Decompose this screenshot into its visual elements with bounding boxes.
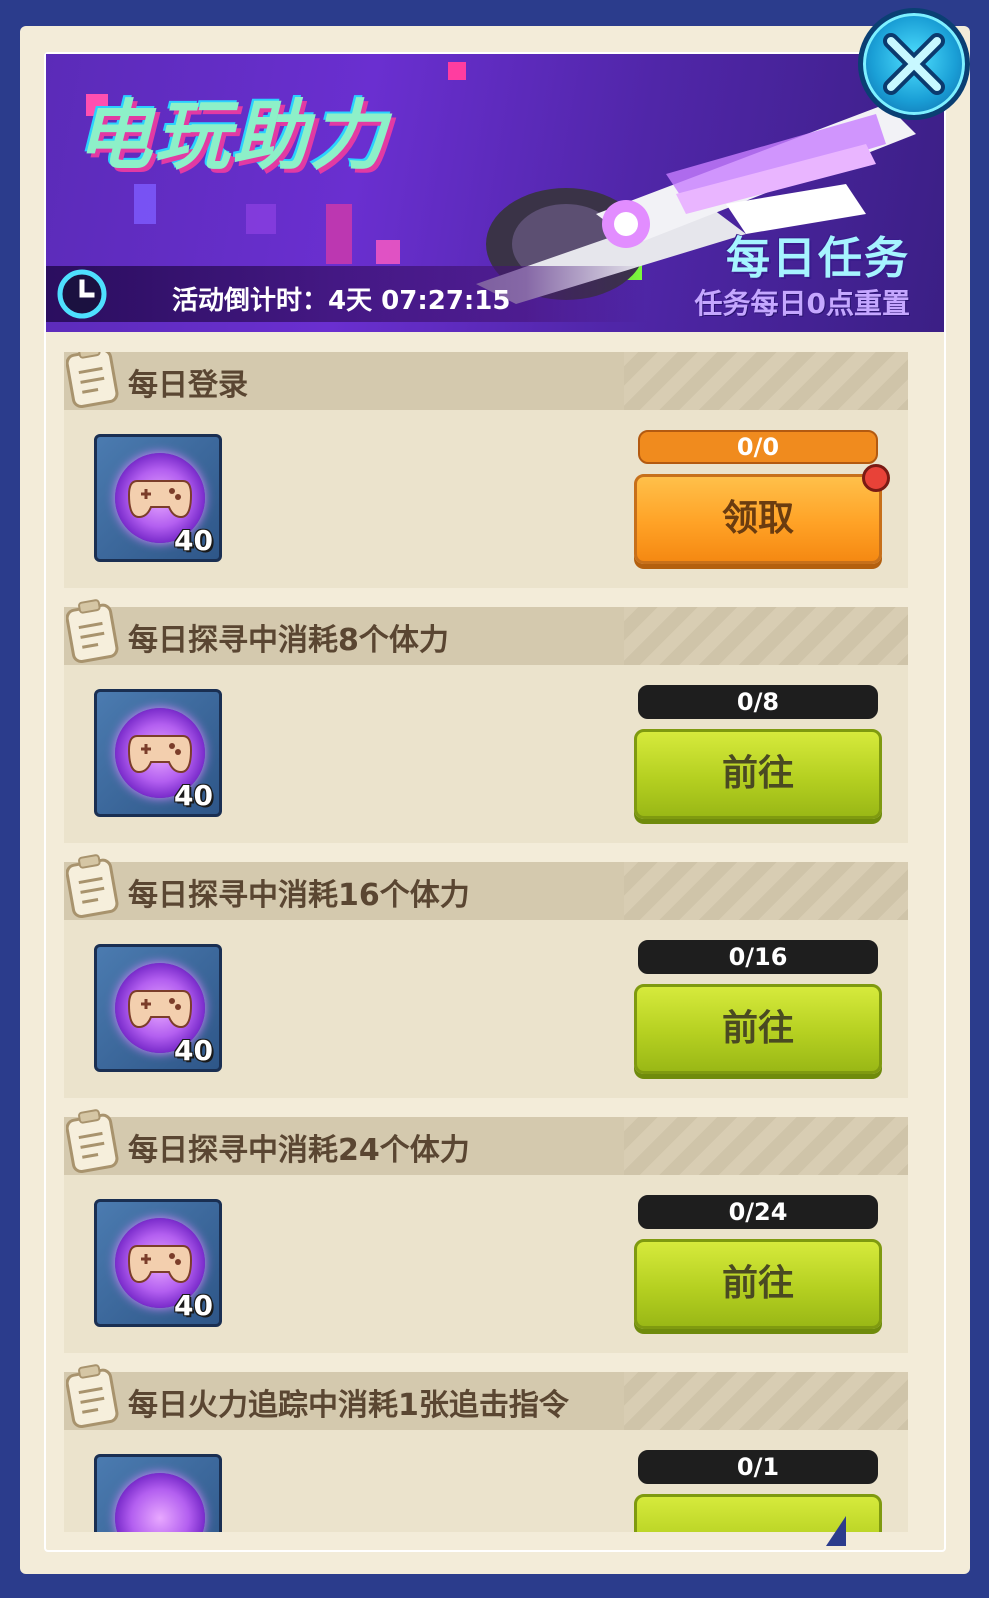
close-icon <box>883 33 945 95</box>
task-item: 每日火力追踪中消耗1张追击指令 0/1 <box>64 1364 908 1532</box>
task-title: 每日探寻中消耗8个体力 <box>128 623 449 658</box>
event-title: 电玩助力 <box>76 91 388 180</box>
task-title: 每日探寻中消耗24个体力 <box>128 1133 470 1168</box>
pixel-deco <box>326 204 352 264</box>
task-title: 每日登录 <box>128 368 248 403</box>
notification-dot <box>862 464 890 492</box>
task-item: 每日登录 40 0/0 领取 <box>64 352 908 588</box>
gamepad-icon <box>127 1245 193 1284</box>
task-progress: 0/24 <box>638 1195 878 1229</box>
task-progress: 0/16 <box>638 940 878 974</box>
task-item: 每日探寻中消耗24个体力 40 0/24 前往 <box>64 1109 908 1353</box>
task-progress: 0/1 <box>638 1450 878 1484</box>
pixel-deco <box>376 240 400 264</box>
close-button[interactable] <box>858 8 970 120</box>
pixel-deco <box>246 204 276 234</box>
reward-item[interactable]: 40 <box>94 944 222 1072</box>
reward-item[interactable]: 40 <box>94 1199 222 1327</box>
reward-item[interactable]: 40 <box>94 434 222 562</box>
clock-icon <box>57 269 107 319</box>
gamepad-icon <box>127 735 193 774</box>
gamepad-icon <box>127 480 193 519</box>
event-banner: 电玩助力 每日任务 任务每日0点重置 活动倒计时：4天 07:27:15 <box>46 54 944 332</box>
reward-count: 40 <box>174 1289 213 1322</box>
daily-tasks-title: 每日任务 <box>726 233 910 284</box>
go-button[interactable]: 前往 <box>634 984 882 1074</box>
task-progress: 0/0 <box>638 430 878 464</box>
go-button[interactable]: 前往 <box>634 1239 882 1329</box>
go-button[interactable]: 前往 <box>634 729 882 819</box>
reward-item[interactable] <box>94 1454 222 1532</box>
task-item: 每日探寻中消耗8个体力 40 0/8 前往 <box>64 599 908 843</box>
event-countdown: 活动倒计时：4天 07:27:15 <box>172 286 511 316</box>
task-title: 每日火力追踪中消耗1张追击指令 <box>128 1388 569 1423</box>
note-icon <box>66 599 119 663</box>
note-icon <box>66 1109 119 1173</box>
pixel-deco <box>134 184 156 224</box>
task-progress: 0/8 <box>638 685 878 719</box>
reward-count: 40 <box>174 779 213 812</box>
daily-reset-note: 任务每日0点重置 <box>694 287 910 320</box>
panel-tail <box>826 1516 846 1546</box>
note-icon <box>66 1364 119 1428</box>
claim-button[interactable]: 领取 <box>634 474 882 564</box>
task-list[interactable]: 每日登录 40 0/0 领取 每日探寻中消耗8个体力 40 0/8 前往 每日探… <box>64 352 928 1532</box>
task-item: 每日探寻中消耗16个体力 40 0/16 前往 <box>64 854 908 1098</box>
task-title: 每日探寻中消耗16个体力 <box>128 878 470 913</box>
pixel-deco <box>448 62 466 80</box>
note-icon <box>66 854 119 918</box>
reward-count: 40 <box>174 1034 213 1067</box>
reward-count: 40 <box>174 524 213 557</box>
reward-item[interactable]: 40 <box>94 689 222 817</box>
gamepad-icon <box>127 990 193 1029</box>
note-icon <box>66 352 119 408</box>
